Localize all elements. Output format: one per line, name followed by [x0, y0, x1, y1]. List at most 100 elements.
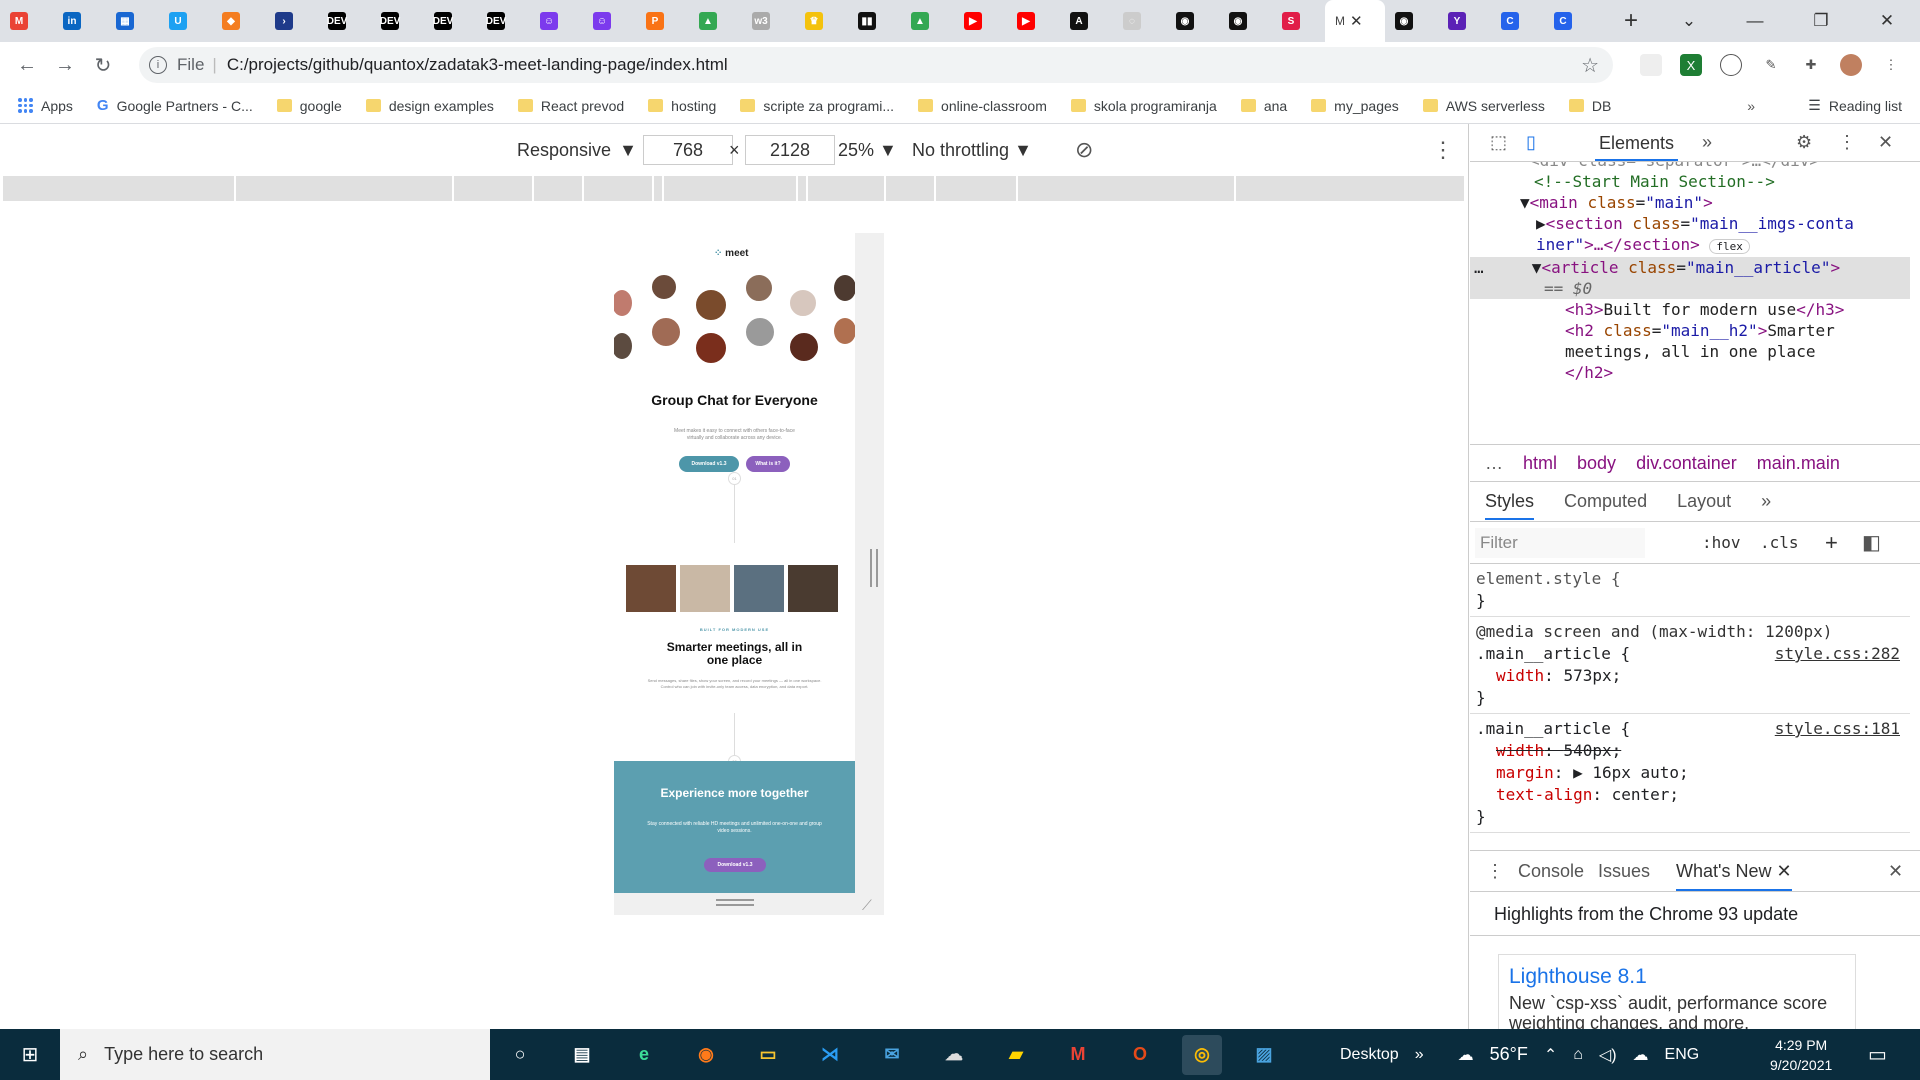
css-declaration[interactable]: text-align: center;: [1476, 784, 1904, 806]
windows-start-icon[interactable]: ⊞: [0, 1042, 60, 1067]
chrome-icon[interactable]: ◎: [1182, 1034, 1222, 1075]
bookmark-item[interactable]: React prevod: [517, 98, 624, 114]
reload-button[interactable]: ↻: [84, 53, 122, 78]
rule-selector[interactable]: element.style {: [1476, 568, 1904, 590]
device-toggle-icon[interactable]: ▯: [1526, 132, 1536, 153]
notifications-icon[interactable]: ▭: [1868, 1042, 1887, 1067]
dom-line[interactable]: iner">…</section> flex: [1470, 234, 1910, 257]
forward-button[interactable]: →: [46, 54, 84, 77]
dom-line[interactable]: ▼<main class="main">: [1470, 192, 1910, 213]
more-options-icon[interactable]: ⋮: [1432, 137, 1454, 163]
browser-tab[interactable]: DEV: [477, 0, 530, 42]
info-icon[interactable]: i: [149, 56, 167, 74]
tab-whats-new[interactable]: What's New ✕: [1676, 861, 1792, 891]
eyedropper-icon[interactable]: ✎: [1760, 54, 1782, 76]
browser-tab[interactable]: ♛: [795, 0, 848, 42]
rule-selector[interactable]: .main__article {: [1476, 719, 1630, 738]
browser-tab[interactable]: C: [1544, 0, 1597, 42]
tab-active[interactable]: M ✕: [1325, 0, 1385, 42]
cortana-icon[interactable]: ○: [500, 1035, 540, 1075]
chevron-icon[interactable]: »: [1415, 1046, 1424, 1064]
filter-input[interactable]: Filter: [1475, 527, 1645, 558]
browser-tab[interactable]: ◉: [1385, 0, 1438, 42]
network-icon[interactable]: ⌂: [1573, 1046, 1583, 1064]
browser-tab[interactable]: ▮▮: [848, 0, 901, 42]
show-hidden-icons[interactable]: ⌃: [1544, 1045, 1557, 1065]
meet-logo[interactable]: ⁘ meet: [714, 248, 749, 259]
mail-icon[interactable]: ✉: [872, 1035, 912, 1075]
weather-icon[interactable]: ☁: [1458, 1045, 1474, 1065]
bookmark-item[interactable]: my_pages: [1311, 98, 1399, 114]
browser-tab[interactable]: ▲: [689, 0, 742, 42]
download-button[interactable]: Download v1.3: [679, 456, 739, 472]
browser-tab[interactable]: ◆: [212, 0, 265, 42]
flex-badge[interactable]: flex: [1709, 239, 1750, 254]
media-query-ruler[interactable]: [3, 176, 1467, 201]
tab-elements[interactable]: Elements: [1595, 129, 1679, 161]
whats-new-card[interactable]: Lighthouse 8.1 New `csp-xss` audit, perf…: [1498, 954, 1856, 1034]
css-declaration[interactable]: margin: ▶ 16px auto;: [1476, 762, 1904, 784]
task-view-icon[interactable]: ▤: [562, 1035, 602, 1075]
tab-styles[interactable]: Styles: [1485, 491, 1535, 520]
browser-tab[interactable]: ▶: [1007, 0, 1060, 42]
browser-tab[interactable]: ☺: [583, 0, 636, 42]
sidebar-toggle-icon[interactable]: ◧: [1862, 530, 1881, 555]
more-options-icon[interactable]: ⋮: [1838, 132, 1856, 153]
file-explorer-icon[interactable]: ▭: [748, 1035, 788, 1075]
close-tab-icon[interactable]: ✕: [1350, 12, 1363, 30]
bookmark-item[interactable]: online-classroom: [918, 98, 1047, 114]
bookmark-item[interactable]: hosting: [648, 98, 716, 114]
inspect-icon[interactable]: ⬚: [1490, 132, 1507, 153]
resize-handle-bottom[interactable]: [716, 899, 754, 906]
browser-tab[interactable]: U: [159, 0, 212, 42]
bookmark-item[interactable]: G Google Partners - C...: [97, 97, 253, 114]
dom-line[interactable]: <h2 class="main__h2">Smarter: [1470, 320, 1910, 341]
maximize-button[interactable]: ❐: [1788, 11, 1854, 31]
more-tabs-icon[interactable]: »: [1761, 491, 1771, 512]
new-rule-icon[interactable]: +: [1825, 530, 1838, 556]
browser-tab[interactable]: M: [0, 0, 53, 42]
menu-icon[interactable]: ⋮: [1880, 54, 1902, 76]
clock[interactable]: 4:29 PM 9/20/2021: [1770, 1035, 1832, 1075]
tab-console[interactable]: Console: [1518, 861, 1584, 882]
dom-line[interactable]: ▶<section class="main__imgs-conta: [1470, 213, 1910, 234]
browser-tab[interactable]: ☺: [530, 0, 583, 42]
browser-tab[interactable]: P: [636, 0, 689, 42]
browser-tab[interactable]: A: [1060, 0, 1113, 42]
edge-icon[interactable]: e: [624, 1035, 664, 1075]
bookmark-item[interactable]: skola programiranja: [1070, 98, 1217, 114]
minimize-button[interactable]: —: [1722, 11, 1788, 31]
dom-line-selected[interactable]: == $0: [1470, 278, 1910, 299]
browser-tab[interactable]: ◌: [1113, 0, 1166, 42]
back-button[interactable]: ←: [8, 54, 46, 77]
desktop-toolbar-label[interactable]: Desktop: [1340, 1046, 1399, 1064]
dom-line[interactable]: <div class="separator">…</div>: [1470, 162, 1910, 171]
close-drawer-icon[interactable]: ✕: [1888, 861, 1903, 882]
volume-icon[interactable]: ◁): [1599, 1045, 1617, 1065]
zoom-dropdown[interactable]: 25% ▼: [838, 140, 897, 161]
drawer-menu-icon[interactable]: ⋮: [1486, 861, 1504, 882]
source-link[interactable]: style.css:181: [1775, 718, 1900, 740]
browser-tab[interactable]: ▶: [954, 0, 1007, 42]
temperature[interactable]: 56°F: [1490, 1044, 1528, 1065]
bookmark-item[interactable]: Apps: [18, 98, 73, 114]
bookmark-item[interactable]: scripte za programi...: [740, 98, 894, 114]
hov-toggle[interactable]: :hov: [1702, 533, 1741, 552]
browser-tab[interactable]: in: [53, 0, 106, 42]
firefox-icon[interactable]: ◉: [686, 1035, 726, 1075]
sticky-notes-icon[interactable]: ▰: [996, 1035, 1036, 1075]
more-bookmarks-icon[interactable]: »: [1747, 98, 1755, 114]
browser-tab[interactable]: Y: [1438, 0, 1491, 42]
new-tab-button[interactable]: +: [1611, 7, 1651, 35]
cta-download-button[interactable]: Download v1.3: [704, 858, 766, 872]
tab-issues[interactable]: Issues: [1598, 861, 1650, 882]
css-declaration[interactable]: width: 573px;: [1476, 665, 1904, 687]
reading-list[interactable]: ☰ Reading list: [1808, 97, 1902, 114]
css-declaration-overridden[interactable]: width: 540px;: [1476, 740, 1904, 762]
card-title[interactable]: Lighthouse 8.1: [1509, 965, 1845, 989]
dom-line[interactable]: <h3>Built for modern use</h3>: [1470, 299, 1910, 320]
dom-line[interactable]: meetings, all in one place: [1470, 341, 1910, 362]
breadcrumb-item[interactable]: div.container: [1636, 453, 1737, 474]
bookmark-item[interactable]: google: [276, 98, 342, 114]
bookmark-star-icon[interactable]: ☆: [1581, 53, 1599, 78]
